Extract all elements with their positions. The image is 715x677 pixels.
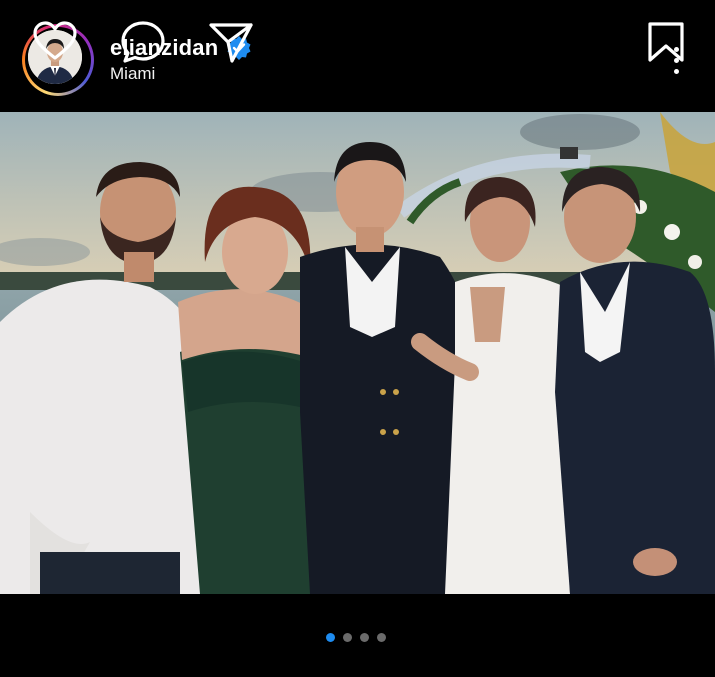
carousel-indicator (326, 633, 386, 642)
carousel-dot-3 (360, 633, 369, 642)
heart-icon (33, 21, 77, 60)
comment-button[interactable] (120, 20, 166, 64)
comment-bubble-icon (121, 21, 165, 63)
share-button[interactable] (208, 20, 254, 64)
save-button[interactable] (643, 20, 689, 64)
like-button[interactable] (32, 20, 78, 64)
carousel-dot-4 (377, 633, 386, 642)
location-label[interactable]: Miami (110, 64, 155, 84)
post-header: elianzidan Miami (0, 0, 715, 112)
post-image (0, 112, 715, 594)
paper-plane-icon (209, 23, 253, 63)
carousel-dot-1 (326, 633, 335, 642)
carousel-dot-2 (343, 633, 352, 642)
post-photo[interactable] (0, 112, 715, 594)
bookmark-icon (648, 22, 684, 62)
